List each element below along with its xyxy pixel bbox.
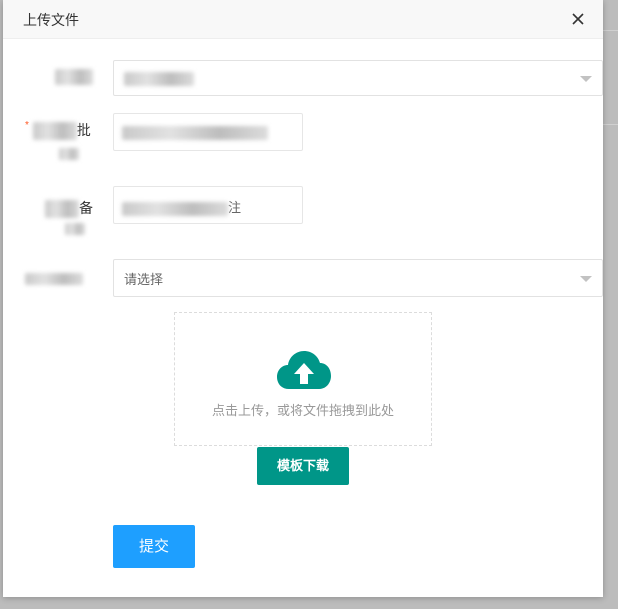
close-icon[interactable] [567, 8, 589, 30]
field4-select[interactable]: 请选择 [113, 259, 603, 297]
redacted-label [32, 122, 77, 141]
redacted-value [122, 125, 268, 140]
field2-label-text: 批 [76, 122, 91, 138]
template-download-button[interactable]: 模板下载 [257, 447, 349, 485]
field3-input-value: 注 [122, 197, 241, 216]
field2-label: * 批 [25, 120, 91, 141]
upload-dropzone[interactable]: 点击上传，或将文件拖拽到此处 [174, 312, 432, 446]
field2-input[interactable] [113, 113, 303, 151]
field3-label-text: 备 [79, 200, 93, 216]
field4-select-placeholder: 请选择 [124, 272, 164, 287]
upload-hint: 点击上传，或将文件拖拽到此处 [211, 403, 394, 418]
redacted-label [45, 200, 79, 219]
background-divider [603, 124, 618, 125]
redacted-label [65, 223, 85, 236]
chevron-down-icon [580, 276, 592, 282]
required-marker: * [25, 120, 29, 131]
field3-input[interactable]: 注 [113, 186, 303, 224]
background-divider [603, 30, 618, 31]
field4-label [25, 270, 83, 286]
dialog-title: 上传文件 [23, 12, 79, 28]
field1-label [55, 68, 93, 86]
field3-label: 备 [45, 198, 93, 219]
submit-button[interactable]: 提交 [113, 525, 195, 568]
field3-label-line2 [65, 220, 85, 236]
redacted-value [124, 71, 194, 86]
redacted-label [25, 273, 83, 286]
cloud-upload-icon [277, 351, 331, 389]
upload-dialog: 上传文件 * 批 备 注 请选择 点击上传，或将文件拖拽到此处 模板下载 提交 [3, 0, 603, 597]
dialog-header: 上传文件 [3, 0, 603, 39]
field2-input-value [122, 124, 268, 140]
field3-input-text: 注 [228, 200, 242, 215]
redacted-label [59, 148, 79, 161]
redacted-value [122, 201, 228, 216]
field2-label-line2 [59, 145, 79, 161]
redacted-label [55, 69, 93, 86]
field1-select[interactable] [113, 60, 603, 96]
chevron-down-icon [580, 76, 592, 82]
field1-select-value [124, 70, 194, 86]
